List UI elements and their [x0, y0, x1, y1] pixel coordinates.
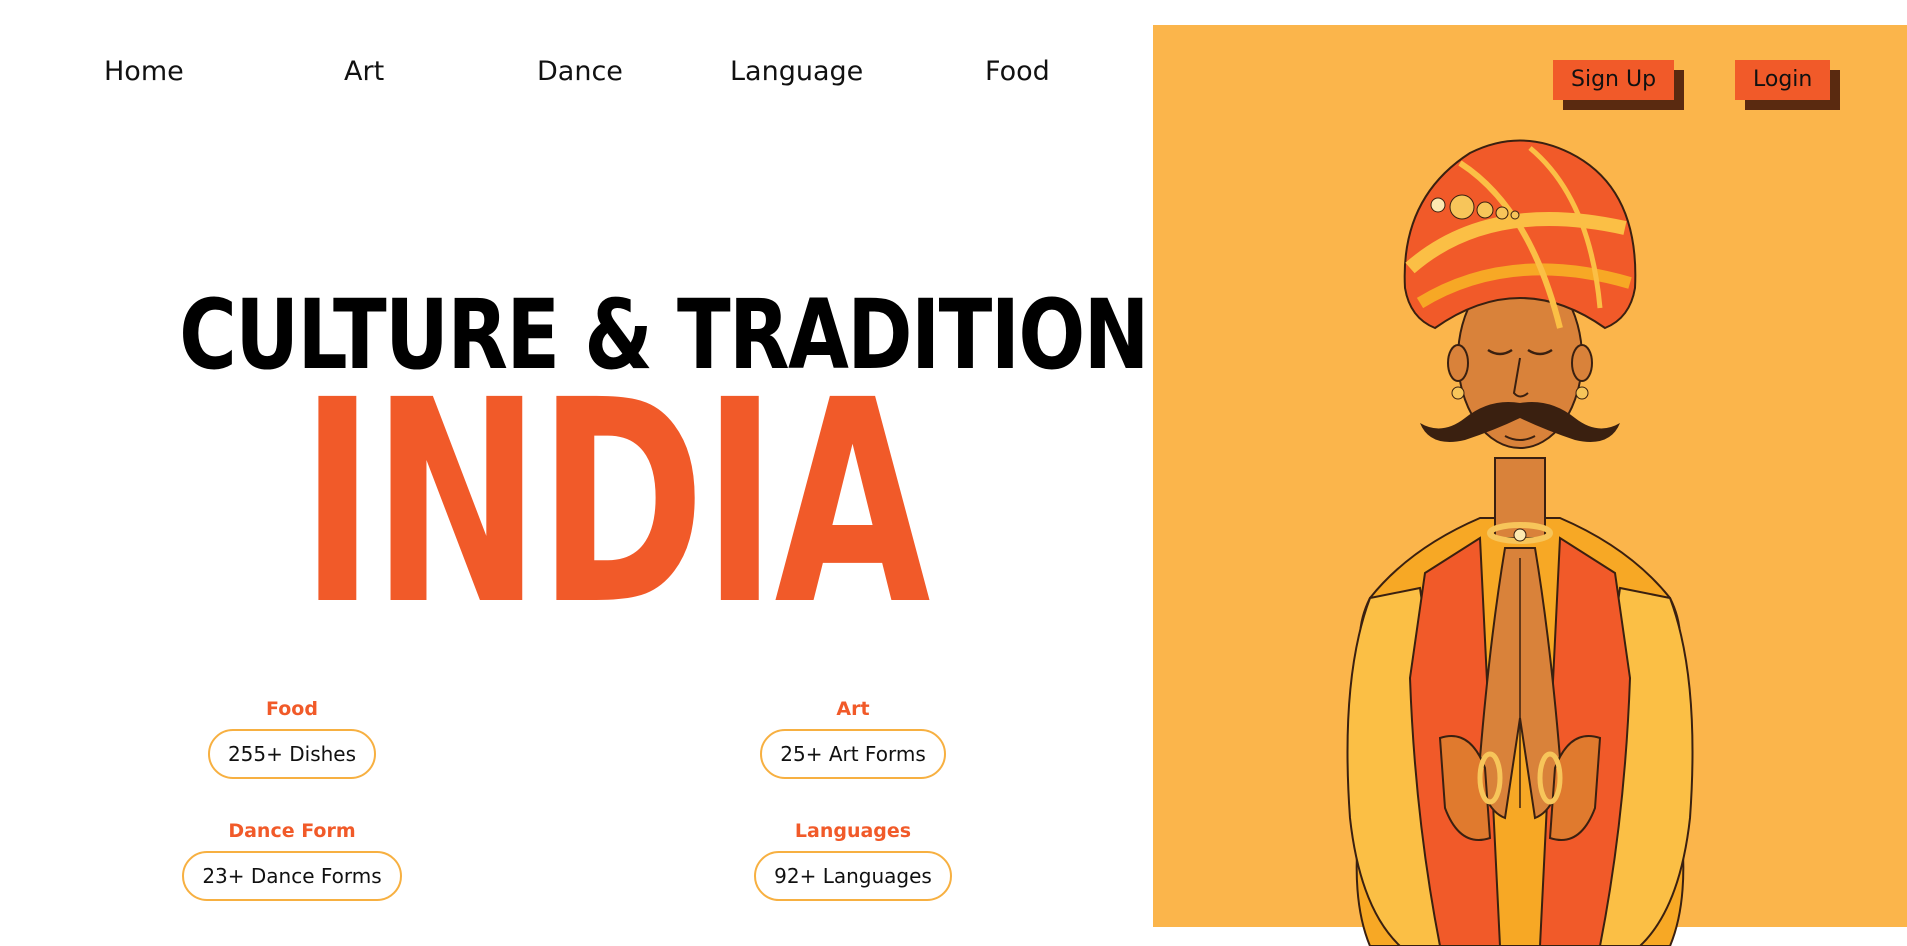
nav-link-food[interactable]: Food	[985, 56, 1050, 87]
stat-label: Dance Form	[228, 820, 356, 842]
nav-link-language[interactable]: Language	[730, 56, 863, 87]
nav-link-dance[interactable]: Dance	[537, 56, 623, 87]
stat-label: Food	[266, 698, 318, 720]
signup-button[interactable]: Sign Up	[1553, 60, 1675, 100]
nav-link-home[interactable]: Home	[104, 56, 184, 87]
stat-pill: 25+ Art Forms	[760, 729, 946, 779]
stat-dance-form: Dance Form 23+ Dance Forms	[162, 820, 422, 901]
stat-label: Art	[836, 698, 870, 720]
stat-pill: 23+ Dance Forms	[182, 851, 402, 901]
stat-food: Food 255+ Dishes	[162, 698, 422, 779]
login-button[interactable]: Login	[1735, 60, 1831, 100]
stat-label: Languages	[794, 820, 912, 842]
stat-pill: 92+ Languages	[754, 851, 952, 901]
stat-art: Art 25+ Art Forms	[723, 698, 983, 779]
namaste-man-illustration	[1346, 139, 1694, 946]
hero-country: INDIA	[299, 341, 931, 667]
stat-languages: Languages 92+ Languages	[723, 820, 983, 901]
stat-pill: 255+ Dishes	[207, 729, 377, 779]
nav-link-art[interactable]: Art	[344, 56, 384, 87]
landing-page: Home Art Dance Language Food CULTURE & T…	[0, 0, 1907, 946]
